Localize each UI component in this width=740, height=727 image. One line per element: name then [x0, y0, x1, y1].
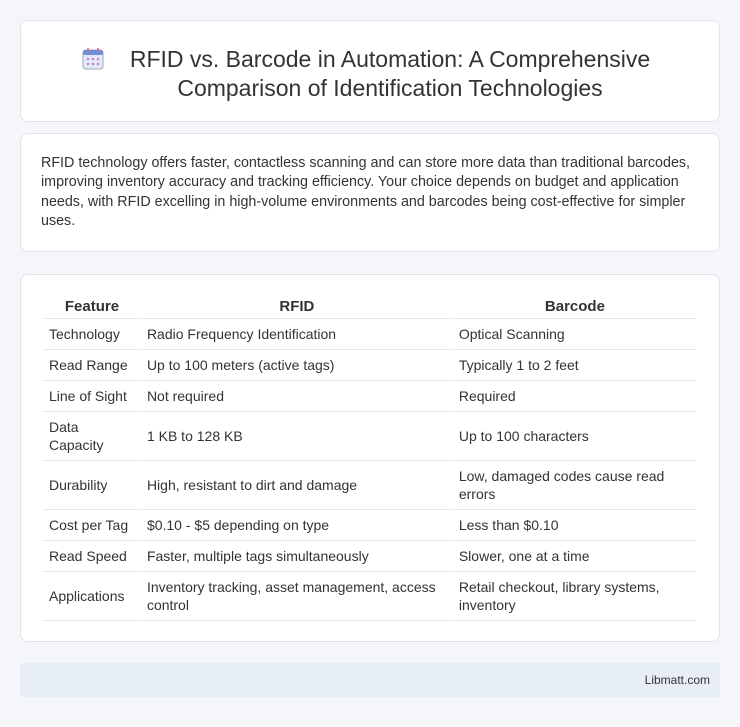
header-feature: Feature — [44, 295, 140, 319]
summary-text: RFID technology offers faster, contactle… — [41, 155, 691, 229]
summary-card: RFID technology offers faster, contactle… — [20, 133, 720, 252]
barcode-cell: Low, damaged codes cause read errors — [453, 461, 696, 510]
rfid-cell: $0.10 - $5 depending on type — [141, 510, 452, 541]
feature-cell: Cost per Tag — [44, 510, 140, 541]
comparison-card: Feature RFID Barcode Technology Radio Fr… — [20, 274, 720, 642]
feature-cell: Line of Sight — [44, 381, 140, 412]
table-row: Durability High, resistant to dirt and d… — [44, 461, 696, 510]
rfid-cell: High, resistant to dirt and damage — [141, 461, 452, 510]
header-rfid: RFID — [141, 295, 452, 319]
rfid-cell: 1 KB to 128 KB — [141, 412, 452, 461]
feature-cell: Read Speed — [44, 541, 140, 572]
footer-site-link[interactable]: Libmatt.com — [645, 673, 710, 687]
rfid-cell: Up to 100 meters (active tags) — [141, 350, 452, 381]
rfid-cell: Not required — [141, 381, 452, 412]
table-row: Technology Radio Frequency Identificatio… — [44, 319, 696, 350]
table-row: Applications Inventory tracking, asset m… — [44, 572, 696, 621]
table-row: Data Capacity 1 KB to 128 KB Up to 100 c… — [44, 412, 696, 461]
header-barcode: Barcode — [453, 295, 696, 319]
feature-cell: Data Capacity — [44, 412, 140, 461]
feature-cell: Applications — [44, 572, 140, 621]
barcode-cell: Up to 100 characters — [453, 412, 696, 461]
footer: Libmatt.com — [20, 663, 720, 697]
table-header-row: Feature RFID Barcode — [44, 295, 696, 319]
comparison-table: Feature RFID Barcode Technology Radio Fr… — [42, 295, 698, 621]
rfid-cell: Faster, multiple tags simultaneously — [141, 541, 452, 572]
table-row: Line of Sight Not required Required — [44, 381, 696, 412]
page-title: RFID vs. Barcode in Automation: A Compre… — [129, 46, 651, 101]
rfid-cell: Inventory tracking, asset management, ac… — [141, 572, 452, 621]
feature-cell: Durability — [44, 461, 140, 510]
rfid-cell: Radio Frequency Identification — [141, 319, 452, 350]
feature-cell: Read Range — [44, 350, 140, 381]
barcode-cell: Retail checkout, library systems, invent… — [453, 572, 696, 621]
barcode-cell: Optical Scanning — [453, 319, 696, 350]
barcode-cell: Typically 1 to 2 feet — [453, 350, 696, 381]
table-row: Cost per Tag $0.10 - $5 depending on typ… — [44, 510, 696, 541]
barcode-cell: Less than $0.10 — [453, 510, 696, 541]
feature-cell: Technology — [44, 319, 140, 350]
title-card: RFID vs. Barcode in Automation: A Compre… — [20, 20, 720, 122]
table-row: Read Speed Faster, multiple tags simulta… — [44, 541, 696, 572]
barcode-cell: Slower, one at a time — [453, 541, 696, 572]
table-row: Read Range Up to 100 meters (active tags… — [44, 350, 696, 381]
barcode-cell: Required — [453, 381, 696, 412]
